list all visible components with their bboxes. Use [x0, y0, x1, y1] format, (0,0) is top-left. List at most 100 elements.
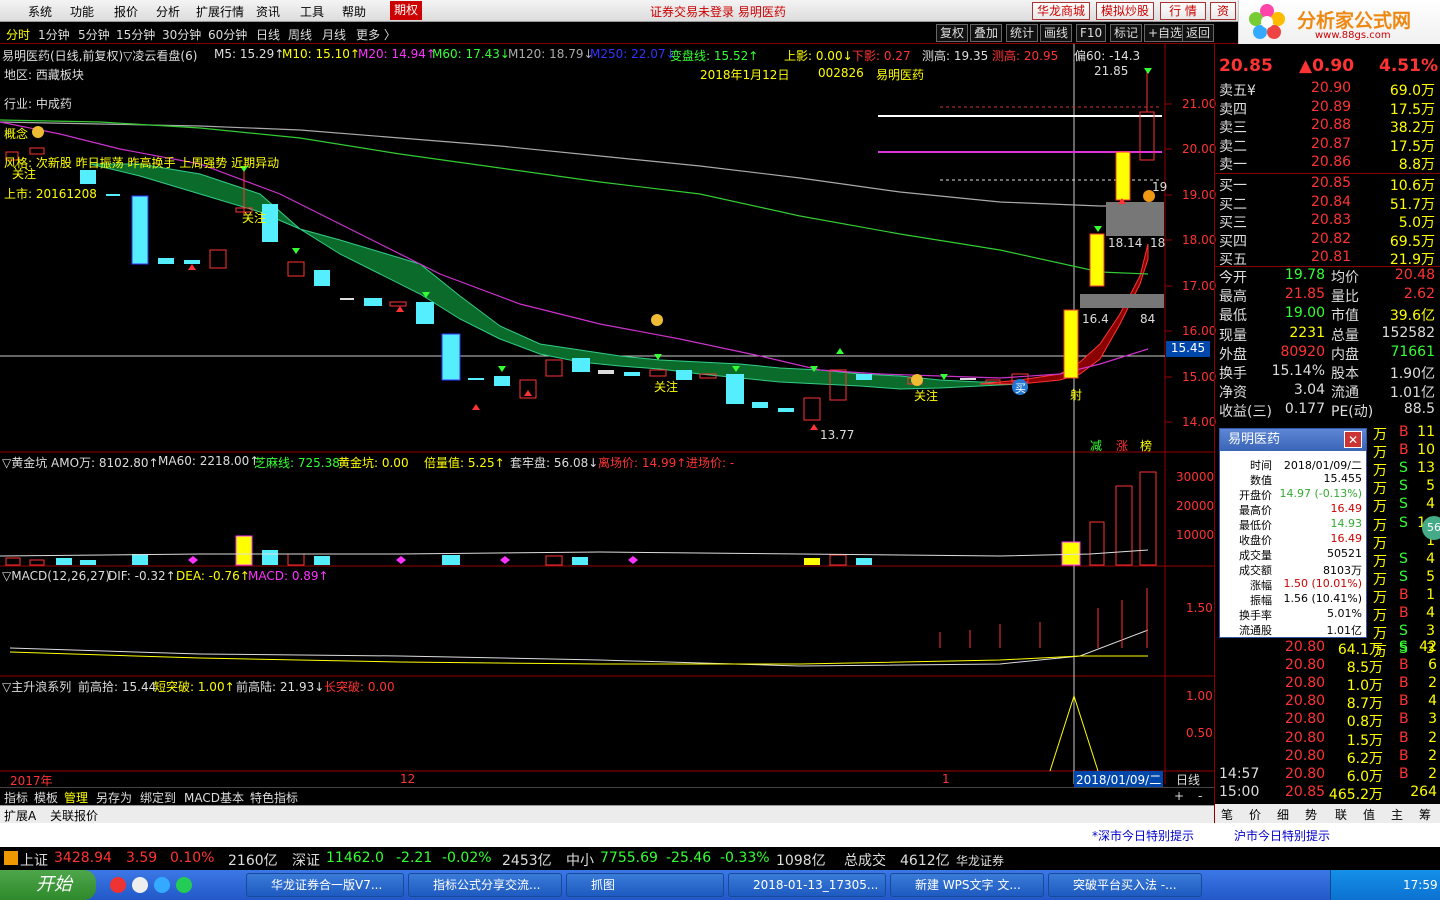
- sh-notice-link[interactable]: 沪市今日特别提示: [1234, 827, 1330, 844]
- task-image[interactable]: 2018-01-13_17305...: [728, 873, 886, 897]
- ie-icon[interactable]: [154, 877, 170, 893]
- tab-trend[interactable]: 势: [1305, 806, 1317, 823]
- tab-macd-basic[interactable]: MACD基本: [184, 789, 244, 806]
- menu-tools[interactable]: 工具: [300, 3, 324, 20]
- menu-analysis[interactable]: 分析: [156, 3, 180, 20]
- float-badge[interactable]: 56: [1422, 516, 1440, 540]
- tab-weekly[interactable]: 周线: [288, 26, 312, 43]
- tab-link[interactable]: 联: [1335, 806, 1347, 823]
- add-watchlist-button[interactable]: +自选: [1144, 24, 1187, 42]
- draw-button[interactable]: 画线: [1040, 24, 1073, 42]
- mark-button[interactable]: 标记: [1110, 24, 1143, 42]
- vol-indicator-name[interactable]: ▽黄金坑 AMO万: 8102.80↑: [2, 454, 159, 471]
- adjust-button[interactable]: 复权: [936, 24, 969, 42]
- price-tick: 21.00: [1182, 97, 1217, 111]
- tab-tick[interactable]: 笔: [1221, 806, 1233, 823]
- tab-chips[interactable]: 筹: [1419, 806, 1431, 823]
- tab-60min[interactable]: 60分钟: [208, 26, 247, 43]
- menu-help[interactable]: 帮助: [342, 3, 366, 20]
- mall-button[interactable]: 华龙商城: [1032, 2, 1090, 20]
- buy-level-row[interactable]: 买五 20.81 21.9万: [1215, 249, 1440, 268]
- market-button[interactable]: 行 情: [1160, 2, 1206, 20]
- start-button[interactable]: 开始: [0, 870, 96, 900]
- tab-monthly[interactable]: 月线: [322, 26, 346, 43]
- menu-ext-quote[interactable]: 扩展行情: [196, 3, 244, 20]
- info-button[interactable]: 资: [1210, 2, 1236, 20]
- stock-indicator-name[interactable]: 易明医药(日线,前复权)▽凌云看盘(6): [2, 47, 197, 64]
- close-icon[interactable]: ✕: [1344, 431, 1362, 448]
- tab-manage[interactable]: 管理: [64, 789, 88, 806]
- popup-label: 数值: [1250, 474, 1272, 487]
- task-breakout[interactable]: 突破平台买入法 -...: [1048, 873, 1202, 897]
- tab-intraday[interactable]: 分时: [6, 26, 30, 43]
- menu-system[interactable]: 系统: [28, 3, 52, 20]
- tab-detail[interactable]: 细: [1277, 806, 1289, 823]
- app-icon[interactable]: [176, 877, 192, 893]
- buy-level-label: 买三: [1219, 215, 1247, 232]
- tab-save-as[interactable]: 另存为: [96, 789, 132, 806]
- sell-level-price: 20.87: [1311, 135, 1352, 152]
- clock[interactable]: 17:59: [1403, 878, 1438, 892]
- stat-label: 收益(三): [1219, 404, 1272, 421]
- money-bag-icon: [32, 126, 44, 138]
- trade-price: 20.80: [1285, 747, 1326, 764]
- stat-value: 71661: [1390, 343, 1435, 360]
- tab-5min[interactable]: 5分钟: [78, 26, 110, 43]
- sell-level-price: 20.90: [1311, 80, 1352, 96]
- x-axis-cursor-date: 2018/01/09/二: [1074, 771, 1164, 788]
- browser-icon[interactable]: [110, 877, 126, 893]
- task-formula[interactable]: 指标公式分享交流...: [408, 873, 562, 897]
- stat-label: PE(动): [1331, 404, 1374, 421]
- overlay-button[interactable]: 叠加: [970, 24, 1003, 42]
- tab-main[interactable]: 主: [1391, 806, 1403, 823]
- task-capture[interactable]: 抓图: [566, 873, 724, 897]
- f10-button[interactable]: F10: [1076, 24, 1107, 42]
- tick-count: 4: [1426, 496, 1435, 513]
- tab-template[interactable]: 模板: [34, 789, 58, 806]
- popup-value: 8103万: [1323, 564, 1362, 577]
- buy-level-row[interactable]: 买一 20.85 10.6万: [1215, 175, 1440, 194]
- tab-more[interactable]: 更多 〉: [356, 26, 396, 43]
- lower-shadow-value: 下影: 0.27: [852, 49, 911, 63]
- wave-indicator-name[interactable]: ▽主升浪系列: [2, 678, 71, 695]
- tab-1min[interactable]: 1分钟: [38, 26, 70, 43]
- tab-related-quote[interactable]: 关联报价: [50, 807, 98, 824]
- zoom-out-button[interactable]: -: [1198, 789, 1202, 803]
- volume-bars: [0, 471, 1157, 566]
- x-axis-period[interactable]: 日线: [1176, 771, 1200, 788]
- sim-trade-button[interactable]: 模拟炒股: [1096, 2, 1154, 20]
- stats-button[interactable]: 统计: [1006, 24, 1039, 42]
- sell-level-row[interactable]: 卖二 20.87 17.5万: [1215, 135, 1440, 155]
- tab-indicator[interactable]: 指标: [4, 789, 28, 806]
- trade-side: B: [1399, 693, 1409, 710]
- menu-quote[interactable]: 报价: [114, 3, 138, 20]
- tab-daily[interactable]: 日线: [256, 26, 280, 43]
- total-label: 总成交: [844, 853, 886, 869]
- sell-level-row[interactable]: 卖三 20.88 38.2万: [1215, 117, 1440, 136]
- task-hualong[interactable]: 华龙证券合一版V7...: [246, 873, 404, 897]
- tab-price[interactable]: 价: [1249, 806, 1261, 823]
- menu-function[interactable]: 功能: [70, 3, 94, 20]
- task-wps[interactable]: 新建 WPS文字 文...: [890, 873, 1044, 897]
- tab-special-indicator[interactable]: 特色指标: [250, 789, 298, 806]
- tab-30min[interactable]: 30分钟: [162, 26, 201, 43]
- sell-level-row[interactable]: 卖四 20.89 17.5万: [1215, 99, 1440, 118]
- menu-news[interactable]: 资讯: [256, 3, 280, 20]
- tab-bind-to[interactable]: 绑定到: [140, 789, 176, 806]
- buy-level-row[interactable]: 买三 20.83 5.0万: [1215, 212, 1440, 232]
- tab-extension-a[interactable]: 扩展A: [4, 807, 36, 824]
- stat-label: 流通: [1331, 385, 1359, 402]
- tab-value[interactable]: 值: [1363, 806, 1375, 823]
- player-icon[interactable]: [132, 877, 148, 893]
- back-button[interactable]: 返回: [1182, 24, 1215, 42]
- macd-name[interactable]: ▽MACD(12,26,27): [2, 569, 110, 583]
- buy-level-row[interactable]: 买二 20.84 51.7万: [1215, 194, 1440, 213]
- zoom-in-button[interactable]: +: [1174, 789, 1184, 803]
- menu-options[interactable]: 期权: [390, 1, 422, 20]
- sell-level-row[interactable]: 卖一 20.86 8.8万: [1215, 154, 1440, 173]
- buy-level-row[interactable]: 买四 20.82 69.5万: [1215, 231, 1440, 250]
- tab-15min[interactable]: 15分钟: [116, 26, 155, 43]
- sz-notice-link[interactable]: *深市今日特别提示: [1092, 827, 1194, 844]
- trade-row: 20.80 8.5万 B 6: [1215, 657, 1440, 676]
- sell-level-row[interactable]: 卖五¥ 20.90 69.0万: [1215, 80, 1440, 99]
